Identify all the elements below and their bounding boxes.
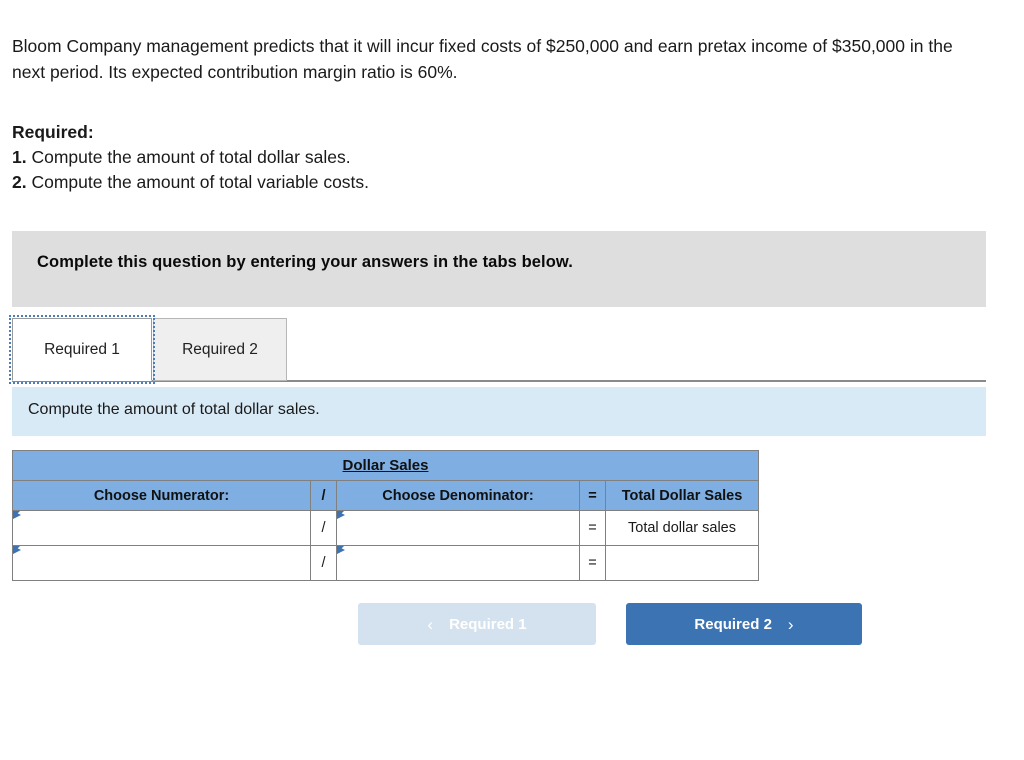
instruction-banner-text: Complete this question by entering your … xyxy=(37,253,573,271)
chevron-left-icon: ‹ xyxy=(427,614,434,634)
subinstruction-bar: Compute the amount of total dollar sales… xyxy=(12,387,986,436)
dropdown-marker-icon xyxy=(337,546,345,560)
required-item-1-number: 1. xyxy=(12,147,27,167)
previous-required-1-button[interactable]: ‹ Required 1 xyxy=(358,603,596,645)
instruction-banner: Complete this question by entering your … xyxy=(12,231,986,307)
navigation-buttons: ‹ Required 1 Required 2 › xyxy=(358,603,868,645)
required-item-2: 2. Compute the amount of total variable … xyxy=(12,170,712,195)
header-total-dollar-sales: Total Dollar Sales xyxy=(605,480,759,511)
header-divide-symbol: / xyxy=(310,480,337,511)
previous-button-label: Required 1 xyxy=(449,615,527,633)
numerator-input-row-2[interactable] xyxy=(12,545,311,581)
total-label-row-1: Total dollar sales xyxy=(605,510,759,546)
table-title-row: Dollar Sales xyxy=(12,450,759,481)
table-title: Dollar Sales xyxy=(12,450,759,481)
total-value-row-2 xyxy=(605,545,759,581)
tab-required-1-label: Required 1 xyxy=(44,340,120,358)
chevron-right-icon: › xyxy=(787,614,794,634)
tab-strip: Required 1 Required 2 xyxy=(9,315,986,384)
table-row: / = Total dollar sales xyxy=(12,510,759,546)
next-required-2-button[interactable]: Required 2 › xyxy=(626,603,862,645)
numerator-input-row-1[interactable] xyxy=(12,510,311,546)
required-item-1: 1. Compute the amount of total dollar sa… xyxy=(12,145,712,170)
header-choose-denominator: Choose Denominator: xyxy=(336,480,580,511)
denominator-input-row-2[interactable] xyxy=(336,545,580,581)
required-heading: Required: xyxy=(12,122,94,142)
tab-required-2[interactable]: Required 2 xyxy=(153,318,287,381)
dropdown-marker-icon xyxy=(13,546,21,560)
required-item-2-number: 2. xyxy=(12,172,27,192)
next-button-label: Required 2 xyxy=(694,615,772,633)
dollar-sales-table: Dollar Sales Choose Numerator: / Choose … xyxy=(12,450,759,581)
dropdown-marker-icon xyxy=(337,511,345,525)
divide-operator-row-2: / xyxy=(310,545,337,581)
table-row: / = xyxy=(12,545,759,581)
divide-operator-row-1: / xyxy=(310,510,337,546)
subinstruction-text: Compute the amount of total dollar sales… xyxy=(28,401,320,418)
required-item-1-text: Compute the amount of total dollar sales… xyxy=(31,147,351,167)
header-choose-numerator: Choose Numerator: xyxy=(12,480,311,511)
tab-required-1[interactable]: Required 1 xyxy=(9,315,155,384)
table-header-row: Choose Numerator: / Choose Denominator: … xyxy=(12,480,759,511)
required-section: Required: 1. Compute the amount of total… xyxy=(12,120,712,195)
equals-operator-row-2: = xyxy=(579,545,606,581)
problem-statement: Bloom Company management predicts that i… xyxy=(12,36,953,82)
equals-operator-row-1: = xyxy=(579,510,606,546)
required-item-2-text: Compute the amount of total variable cos… xyxy=(31,172,370,192)
dropdown-marker-icon xyxy=(13,511,21,525)
tab-required-2-label: Required 2 xyxy=(182,340,258,358)
header-equals-symbol: = xyxy=(579,480,606,511)
denominator-input-row-1[interactable] xyxy=(336,510,580,546)
